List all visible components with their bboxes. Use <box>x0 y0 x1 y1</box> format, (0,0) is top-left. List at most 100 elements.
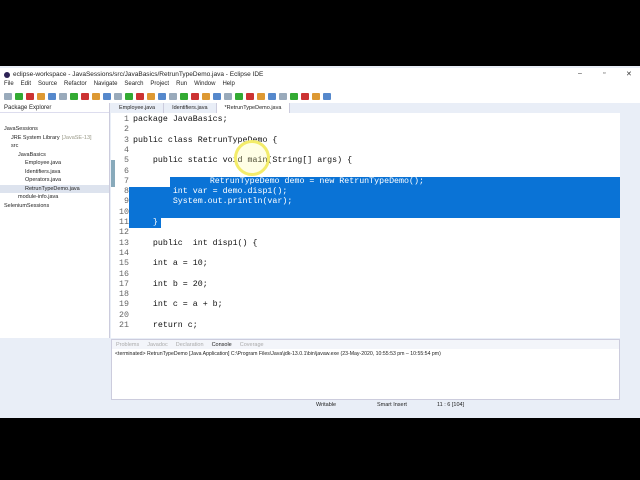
menu-search[interactable]: Search <box>124 81 143 90</box>
toolbar-button-icon[interactable] <box>235 93 243 100</box>
toolbar-button-icon[interactable] <box>180 93 188 100</box>
tree-label: Employee.java <box>25 160 62 167</box>
toolbar-button-icon[interactable] <box>147 93 155 100</box>
editor-tab[interactable]: Identifiers.java <box>164 103 217 113</box>
menu-file[interactable]: File <box>4 81 14 90</box>
tree-label: Operators.java <box>25 177 62 184</box>
code-line: 19 int c = a + b; <box>111 300 620 310</box>
console-tab-console[interactable]: Console <box>212 342 232 348</box>
toolbar-button-icon[interactable] <box>48 93 56 100</box>
toolbar-button-icon[interactable] <box>301 93 309 100</box>
tree-label-extra: [JavaSE-13] <box>61 134 92 141</box>
minimize-button[interactable]: – <box>578 70 582 77</box>
toolbar-button-icon[interactable] <box>279 93 287 100</box>
status-writable: Writable <box>316 402 337 408</box>
package-explorer-tab[interactable]: Package Explorer <box>4 105 51 111</box>
toolbar-button-icon[interactable] <box>4 93 12 100</box>
tree-item[interactable]: JRE System Library [JavaSE-13] <box>0 134 109 143</box>
code-line: 2 <box>111 125 620 135</box>
toolbar-button-icon[interactable] <box>246 93 254 100</box>
tree-item[interactable]: RetrunTypeDemo.java <box>0 184 109 193</box>
code-text: int b = 20; <box>133 279 208 289</box>
status-cursor-position: 11 : 6 [104] <box>437 402 465 408</box>
line-number: 21 <box>119 321 129 330</box>
line-number: 17 <box>119 279 129 289</box>
toolbar-button-icon[interactable] <box>268 93 276 100</box>
menu-help[interactable]: Help <box>222 81 234 90</box>
toolbar-button-icon[interactable] <box>70 93 78 100</box>
menu-run[interactable]: Run <box>176 81 187 90</box>
tree-item[interactable]: Identifiers.java <box>0 168 109 177</box>
code-text: package JavaBasics; <box>133 115 228 124</box>
toolbar-button-icon[interactable] <box>169 93 177 100</box>
tree-item[interactable]: Employee.java <box>0 159 109 168</box>
tree-label: JavaSessions <box>4 126 38 133</box>
console-tab-coverage[interactable]: Coverage <box>240 342 264 348</box>
tree-label: JavaBasics <box>18 151 46 158</box>
menu-window[interactable]: Window <box>194 81 215 90</box>
line-number: 7 <box>124 176 129 186</box>
toolbar-button-icon[interactable] <box>191 93 199 100</box>
toolbar-button-icon[interactable] <box>257 93 265 100</box>
code-line: 12 <box>111 228 620 238</box>
code-editor[interactable]: 1 package JavaBasics; 2 3 public class Retru… <box>111 113 620 338</box>
console-tab-problems[interactable]: Problems <box>116 342 139 348</box>
toolbar-button-icon[interactable] <box>26 93 34 100</box>
tree-item[interactable]: JavaBasics <box>0 151 109 160</box>
line-number: 10 <box>111 207 129 218</box>
toolbar-button-icon[interactable] <box>158 93 166 100</box>
tree-item[interactable]: SeleniumSessions <box>0 202 109 211</box>
close-button[interactable]: ✕ <box>626 70 632 78</box>
tree-label: JRE System Library <box>11 134 60 141</box>
code-line: 9 System.out.println(var); <box>111 197 620 208</box>
toolbar-button-icon[interactable] <box>59 93 67 100</box>
editor-tab[interactable]: Employee.java <box>111 103 165 113</box>
line-number: 11 <box>111 218 129 229</box>
toolbar-button-icon[interactable] <box>202 93 210 100</box>
toolbar-button-icon[interactable] <box>290 93 298 100</box>
code-line: 13 public int disp1() { <box>111 239 620 249</box>
menu-bar: File Edit Source Refactor Navigate Search Proj… <box>0 81 640 90</box>
line-number: 8 <box>111 187 129 198</box>
tree-item[interactable]: Operators.java <box>0 176 109 185</box>
menu-source[interactable]: Source <box>38 81 57 90</box>
toolbar-button-icon[interactable] <box>136 93 144 100</box>
toolbar-button-icon[interactable] <box>81 93 89 100</box>
tree-label: src <box>11 143 19 150</box>
toolbar-button-icon[interactable] <box>37 93 45 100</box>
status-insert-mode: Smart Insert <box>377 402 407 408</box>
toolbar-button-icon[interactable] <box>213 93 221 100</box>
menu-refactor[interactable]: Refactor <box>64 81 87 90</box>
toolbar-button-icon[interactable] <box>92 93 100 100</box>
editor-tab[interactable]: *RetrunTypeDemo.java <box>216 103 291 113</box>
code-text: System.out.println(var); <box>133 197 293 207</box>
code-line: 5 public static void main(String[] args)… <box>111 156 620 166</box>
toolbar-button-icon[interactable] <box>224 93 232 100</box>
toolbar-button-icon[interactable] <box>114 93 122 100</box>
toolbar-button-icon[interactable] <box>323 93 331 100</box>
toolbar-button-icon[interactable] <box>125 93 133 100</box>
console-tab-declaration[interactable]: Declaration <box>176 342 204 348</box>
code-line: 6 <box>111 167 620 177</box>
maximize-button[interactable]: ▫ <box>603 70 605 77</box>
menu-project[interactable]: Project <box>150 81 169 90</box>
editor-tabs: Employee.java Identifiers.java *RetrunType… <box>111 103 620 113</box>
tree-item[interactable]: src <box>0 142 109 151</box>
toolbar-button-icon[interactable] <box>312 93 320 100</box>
eclipse-window: eclipse-workspace - JavaSessions/src/Jav… <box>0 66 640 418</box>
code-text: int var = demo.disp1(); <box>133 187 288 197</box>
line-number: 15 <box>119 259 129 269</box>
console-tab-javadoc[interactable]: Javadoc <box>147 342 168 348</box>
menu-navigate[interactable]: Navigate <box>94 81 118 90</box>
menu-edit[interactable]: Edit <box>21 81 31 90</box>
line-number: 5 <box>124 156 129 166</box>
code-line: 11 } <box>111 218 161 229</box>
line-number: 20 <box>119 310 129 320</box>
code-line: 1 package JavaBasics; <box>111 115 620 125</box>
toolbar-button-icon[interactable] <box>103 93 111 100</box>
tree-label: module-info.java <box>18 194 59 201</box>
tree-item[interactable]: module-info.java <box>0 193 109 202</box>
console-terminated-text: <terminated> RetrunTypeDemo [Java Applic… <box>115 351 441 357</box>
toolbar-button-icon[interactable] <box>15 93 23 100</box>
tree-item[interactable]: JavaSessions <box>0 125 109 134</box>
